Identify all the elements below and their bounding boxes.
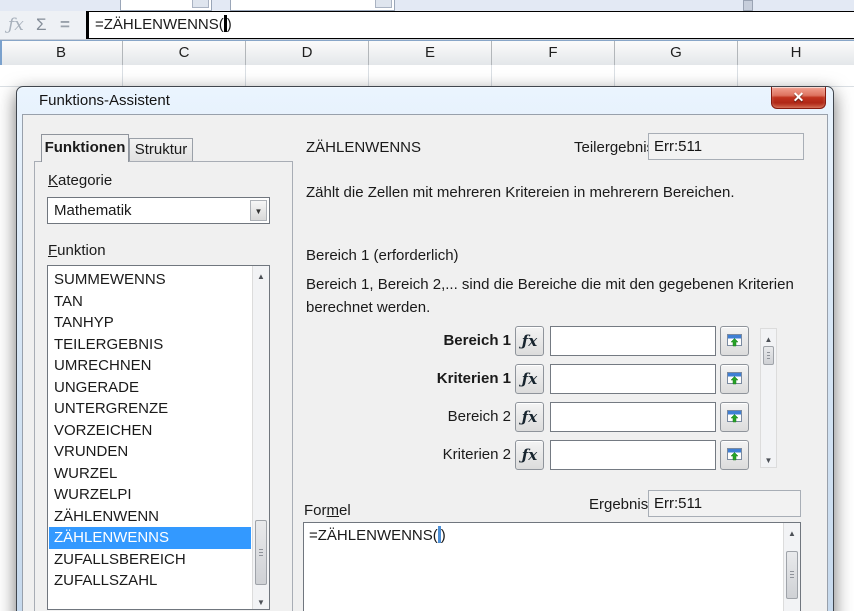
column-header-b[interactable]: B [0,41,123,65]
function-wizard-dialog: Funktions-Assistent ✕ Funktionen Struktu… [16,86,834,611]
column-header-e[interactable]: E [369,41,492,65]
fx-icon: ƒx [522,370,537,388]
fx-icon: ƒx [522,446,537,464]
scrollbar-thumb[interactable] [763,346,774,365]
toolbar-combo-remnant[interactable] [230,0,395,11]
params-scrollbar[interactable]: ▲ ▼ [760,328,777,468]
formula-text: ) [227,16,232,33]
fx-icon: ƒx [522,332,537,350]
dropdown-button[interactable] [192,0,209,8]
function-name-heading: ZÄHLENWENNS [306,139,421,156]
param-label-kriterien-2: Kriterien 2 [306,440,511,470]
dialog-title-bar[interactable]: Funktions-Assistent ✕ [17,87,833,114]
shrink-to-cell-icon [726,370,743,387]
result-field: Err:511 [648,490,801,517]
shrink-to-cell-icon [726,332,743,349]
param-label-kriterien-1: Kriterien 1 [306,364,511,394]
column-header-g[interactable]: G [615,41,738,65]
formula-scrollbar[interactable]: ▲ [783,523,800,611]
formula-text: =ZÄHLENWENNS( [309,527,438,544]
column-header-c[interactable]: C [123,41,246,65]
tab-funktionen[interactable]: Funktionen [41,134,129,162]
argument-description: Bereich 1, Bereich 2,... sind die Bereic… [306,273,821,319]
column-header-f[interactable]: F [492,41,615,65]
shrink-button[interactable] [720,402,749,432]
argument-header: Bereich 1 (erforderlich) [306,244,816,267]
function-wizard-icon[interactable]: ƒx [8,14,24,36]
arrow-up-icon: ▲ [765,335,773,344]
formula-textarea[interactable]: =ZÄHLENWENNS() ▲ [303,522,801,611]
mnemonic: m [327,502,340,519]
scrollbar-up-button[interactable]: ▲ [784,523,800,540]
formula-text: ) [441,527,446,544]
fx-button[interactable]: ƒx [515,364,544,394]
tab-page-panel [34,161,293,611]
fx-button[interactable]: ƒx [515,440,544,470]
bereich-2-input[interactable] [550,402,716,432]
close-icon: ✕ [793,89,805,105]
scrollbar-up-button[interactable]: ▲ [761,329,776,346]
label-text: For [304,502,327,519]
subresult-field: Err:511 [648,133,804,160]
bereich-1-input[interactable] [550,326,716,356]
shrink-to-cell-icon [726,408,743,425]
shrink-button[interactable] [720,440,749,470]
formula-input[interactable]: =ZÄHLENWENNS() [86,11,854,39]
scrollbar-down-button[interactable]: ▼ [761,450,776,467]
result-label: Ergebnis [589,496,648,513]
tab-struktur[interactable]: Struktur [129,138,193,162]
label-text: el [339,502,351,519]
formula-label: Formel [304,502,351,519]
formula-text: =ZÄHLENWENNS( [95,16,224,33]
formula-bar: ƒx Σ = =ZÄHLENWENNS() [0,11,854,40]
fx-button[interactable]: ƒx [515,402,544,432]
font-name-box-remnant[interactable] [120,0,212,11]
column-header-d[interactable]: D [246,41,369,65]
param-label-bereich-1: Bereich 1 [306,326,511,356]
close-button[interactable]: ✕ [771,87,826,109]
calc-window: ƒx Σ = =ZÄHLENWENNS() B C D E F G H Funk… [0,0,854,611]
formula-text: =ZÄHLENWENNS() [309,526,446,546]
subresult-label: Teilergebnis [574,139,654,156]
column-header-row: B C D E F G H [0,40,854,66]
column-header-h[interactable]: H [738,41,854,65]
shrink-button[interactable] [720,326,749,356]
dialog-title: Funktions-Assistent [39,92,170,109]
row-header-edge [0,40,2,66]
fx-icon: ƒx [522,408,537,426]
fx-button[interactable]: ƒx [515,326,544,356]
arrow-down-icon: ▼ [765,456,773,465]
scrollbar-thumb[interactable] [786,551,798,599]
shrink-button[interactable] [720,364,749,394]
kriterien-1-input[interactable] [550,364,716,394]
function-description: Zählt die Zellen mit mehreren Kritereien… [306,181,816,204]
param-label-bereich-2: Bereich 2 [306,402,511,432]
kriterien-2-input[interactable] [550,440,716,470]
dialog-client-area: Funktionen Struktur Kategorie Mathematik… [22,114,828,611]
sum-icon[interactable]: Σ [36,14,47,36]
dropdown-button[interactable] [375,0,392,8]
shrink-to-cell-icon [726,446,743,463]
arrow-up-icon: ▲ [788,529,796,538]
equals-icon[interactable]: = [60,14,70,36]
toolbar-button-remnant[interactable] [743,0,753,11]
